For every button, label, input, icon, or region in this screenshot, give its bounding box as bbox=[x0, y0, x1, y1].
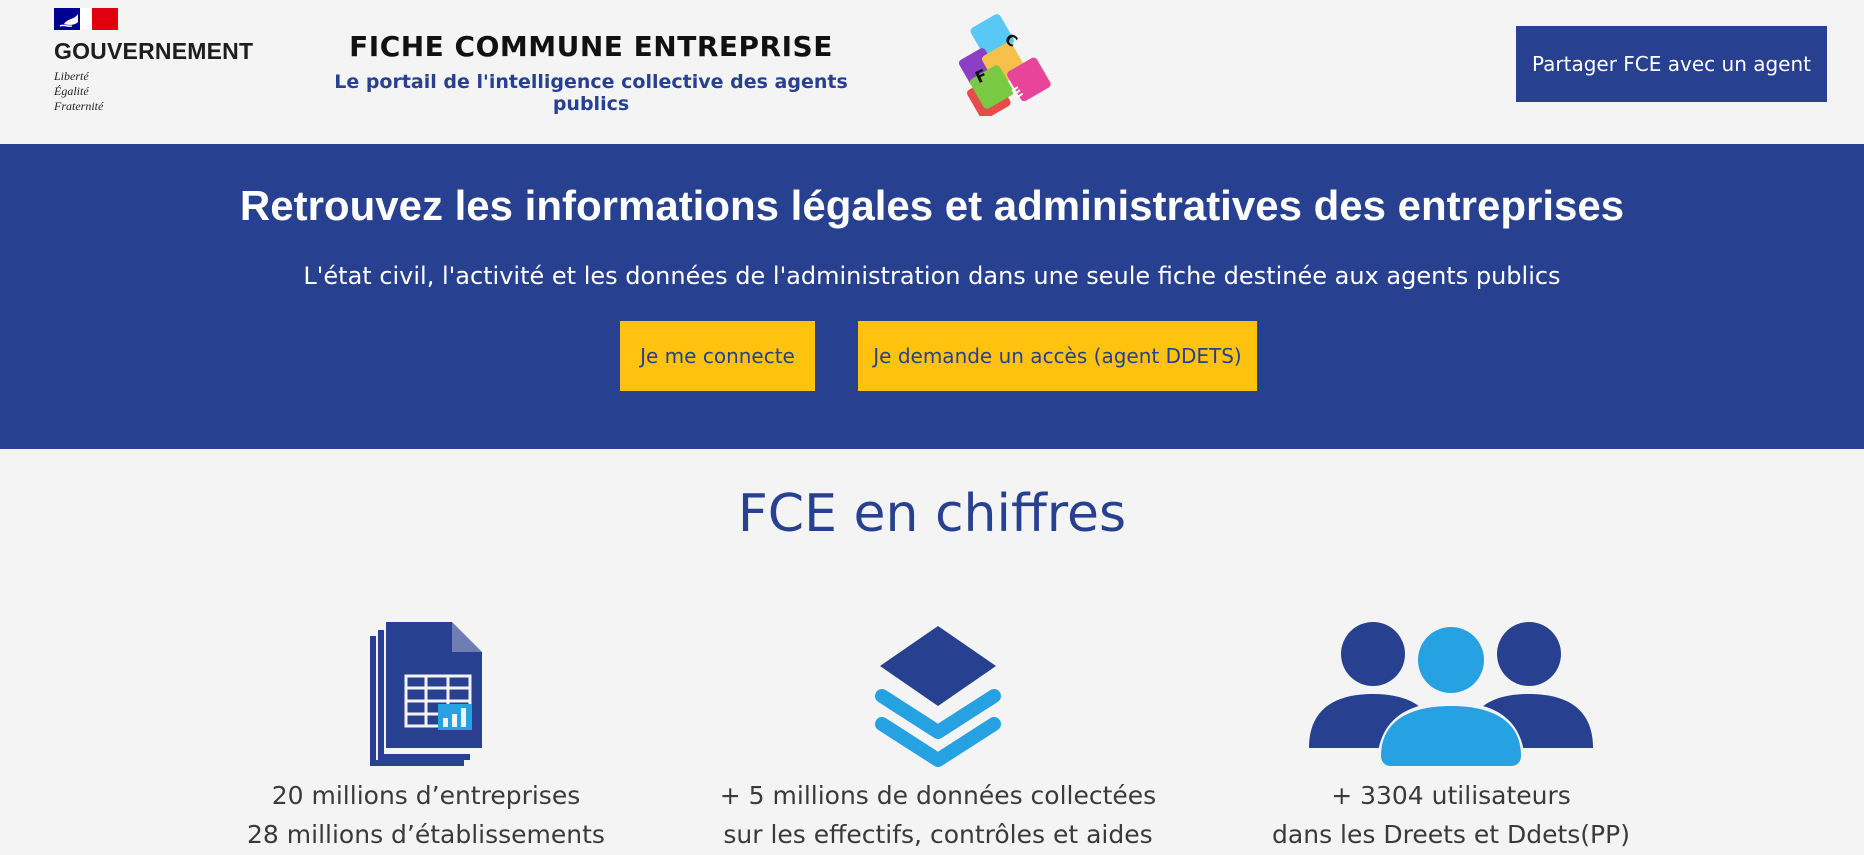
request-access-button[interactable]: Je demande un accès (agent DDETS) bbox=[858, 321, 1257, 391]
stat-companies-line1: 20 millions d’entreprises bbox=[271, 781, 581, 810]
document-table-icon bbox=[370, 622, 482, 766]
site-subtitle: Le portail de l'intelligence collective … bbox=[334, 71, 848, 115]
stat-companies-line2: 28 millions d’établissements bbox=[247, 820, 605, 849]
stat-users: + 3304 utilisateurs dans les Dreets et D… bbox=[1221, 612, 1681, 854]
stat-data-line2: sur les effectifs, contrôles et aides bbox=[723, 820, 1153, 849]
gov-wordmark: GOUVERNEMENT bbox=[54, 38, 254, 64]
stat-companies: 20 millions d’entreprises 28 millions d’… bbox=[196, 612, 656, 854]
login-button[interactable]: Je me connecte bbox=[620, 321, 815, 391]
share-fce-button[interactable]: Partager FCE avec un agent bbox=[1516, 26, 1827, 102]
stat-users-line1: + 3304 utilisateurs bbox=[1331, 781, 1571, 810]
stats-heading: FCE en chiffres bbox=[737, 484, 1127, 544]
stat-users-line2: dans les Dreets et Ddets(PP) bbox=[1272, 820, 1630, 849]
site-header: GOUVERNEMENT Liberté Égalité Fraternité … bbox=[0, 0, 1864, 144]
stat-data: + 5 millions de données collectées sur l… bbox=[708, 612, 1168, 854]
fce-logo-icon: C F E bbox=[958, 14, 1051, 116]
stat-data-line1: + 5 millions de données collectées bbox=[719, 781, 1157, 810]
hero-title: Retrouvez les informations légales et ad… bbox=[239, 182, 1625, 229]
layers-icon bbox=[875, 626, 1001, 767]
government-logo[interactable]: GOUVERNEMENT Liberté Égalité Fraternité bbox=[54, 8, 253, 114]
users-icon bbox=[1309, 622, 1593, 766]
marianne-flag-icon bbox=[54, 8, 118, 30]
gov-motto: Liberté Égalité Fraternité bbox=[54, 69, 104, 113]
site-title: FICHE COMMUNE ENTREPRISE bbox=[349, 30, 833, 63]
hero-banner: Retrouvez les informations légales et ad… bbox=[0, 144, 1864, 449]
site-brand: FICHE COMMUNE ENTREPRISE Le portail de l… bbox=[296, 30, 886, 115]
hero-subtitle: L'état civil, l'activité et les données … bbox=[303, 262, 1561, 290]
